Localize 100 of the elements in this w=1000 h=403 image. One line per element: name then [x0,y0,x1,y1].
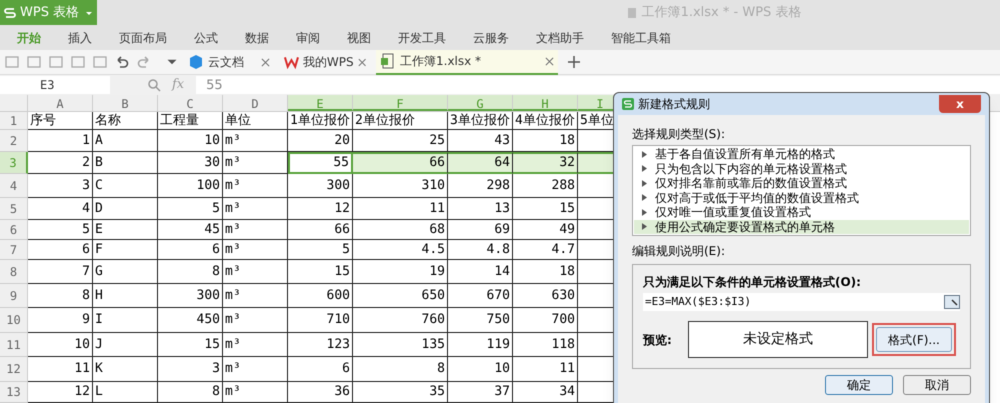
zoom-icon[interactable] [146,77,162,93]
table-cell: 450 [158,308,223,333]
close-icon[interactable] [545,56,554,66]
column-header[interactable]: G [448,95,513,111]
column-header[interactable]: F [353,95,448,111]
section-label: 选择规则类型(S): [632,126,726,143]
table-cell: 5 [28,220,93,240]
row-header[interactable]: 9 [0,284,28,308]
table-cell: J [93,333,158,357]
w-logo-icon [284,54,299,70]
table-cell: 4.5 [353,240,448,260]
table-cell: 100 [158,174,223,198]
rule-type-item[interactable]: 使用公式确定要设置格式的单元格 [634,220,969,234]
add-icon[interactable] [568,56,580,68]
table-cell: 298 [448,174,513,198]
row-header[interactable]: 4 [0,174,28,198]
table-cell: 49 [513,220,578,240]
menu-tab[interactable]: 云服务 [473,28,509,46]
row-header[interactable]: 6 [0,220,28,240]
close-button[interactable]: x [939,95,981,113]
table-cell: 35 [353,382,448,403]
cancel-button[interactable]: 取消 [903,375,971,395]
menu-tab[interactable]: 开始 [17,28,41,46]
table-cell: 700 [513,308,578,333]
row-header[interactable]: 8 [0,260,28,284]
table-cell: 64 [448,152,513,174]
menu-tab[interactable]: 插入 [68,28,92,46]
table-cell: 11 [513,357,578,382]
row-header[interactable]: 13 [0,382,28,403]
menu-tab[interactable]: 页面布局 [119,28,167,46]
table-cell: 34 [513,382,578,403]
column-header[interactable]: B [93,95,158,111]
rule-type-item[interactable]: 仅对排名靠前或靠后的数值设置格式 [634,176,969,190]
row-header[interactable]: 3 [0,152,28,174]
table-cell: 37 [448,382,513,403]
row-header[interactable]: 5 [0,198,28,220]
menu-tab[interactable]: 开发工具 [398,28,446,46]
formula-field[interactable]: 55 [196,76,1000,94]
table-cell: 750 [448,308,513,333]
tab-label: 我的WPS [302,54,354,71]
menu-tab[interactable]: 视图 [347,28,371,46]
table-cell: 5 [158,198,223,220]
column-header[interactable]: H [513,95,578,111]
row-header[interactable]: 7 [0,240,28,260]
table-cell: I [93,308,158,333]
menu-tab[interactable]: 数据 [245,28,269,46]
preview-box: 未设定格式 [688,321,868,358]
name-box[interactable]: E3 [0,76,110,94]
menu-tab[interactable]: 公式 [194,28,218,46]
format-button[interactable]: 格式(F)... [876,327,952,352]
rule-type-item[interactable]: 基于各自值设置所有单元格的格式 [634,147,969,162]
document-tab[interactable]: 云文档 [184,50,274,74]
range-picker-icon[interactable] [944,295,960,309]
rule-type-item[interactable]: 仅对唯一值或重复值设置格式 [634,205,969,220]
table-cell: 12 [288,198,353,220]
document-tab[interactable]: 工作簿1.xlsx * [376,50,558,74]
menu-tab[interactable]: 文档助手 [536,28,584,46]
document-tab[interactable]: 我的WPS [280,50,370,74]
table-cell: 15 [158,333,223,357]
column-header[interactable]: A [28,95,93,111]
table-cell: 6 [288,357,353,382]
table-cell: 30 [158,152,223,174]
tab-label: 工作簿1.xlsx * [400,53,482,70]
table-cell: D [93,198,158,220]
row-header[interactable]: 10 [0,308,28,333]
app-menu-button[interactable]: WPS 表格 [0,0,97,25]
section-label: 编辑规则说明(E): [632,243,726,260]
menu-tab[interactable]: 审阅 [296,28,320,46]
table-cell: 1单位报价 [288,112,353,130]
close-icon[interactable] [358,58,366,66]
table-cell: 123 [288,333,353,357]
column-header[interactable]: E [288,95,353,111]
table-cell: 68 [353,220,448,240]
table-cell: m³ [223,240,288,260]
table-cell: 4单位报价 [513,112,578,130]
table-cell: 8 [353,357,448,382]
rule-type-item[interactable]: 只为包含以下内容的单元格设置格式 [634,162,969,176]
table-cell: 3单位报价 [448,112,513,130]
table-cell: m³ [223,220,288,240]
formula-field[interactable]: =E3=MAX($E3:$I3) [643,293,960,311]
column-header[interactable]: C [158,95,223,111]
table-cell: m³ [223,357,288,382]
table-cell: 4 [28,198,93,220]
row-header[interactable]: 12 [0,357,28,382]
app-logo-icon [4,6,16,18]
table-cell: 1 [28,130,93,152]
row-header[interactable]: 2 [0,130,28,152]
rule-type-item[interactable]: 仅对高于或低于平均值的数值设置格式 [634,190,969,205]
menu-tab[interactable]: 智能工具箱 [611,28,671,46]
preview-label: 预览: [643,332,673,348]
ok-button[interactable]: 确定 [825,375,893,395]
row-header[interactable]: 11 [0,333,28,357]
row-header[interactable]: 1 [0,112,28,130]
table-cell: 300 [158,284,223,308]
table-cell: 9 [28,308,93,333]
fx-button[interactable]: fx [172,75,184,95]
table-cell: 5 [288,240,353,260]
table-cell: 18 [513,260,578,284]
table-cell: 单位 [223,112,288,130]
close-icon[interactable] [261,58,270,66]
